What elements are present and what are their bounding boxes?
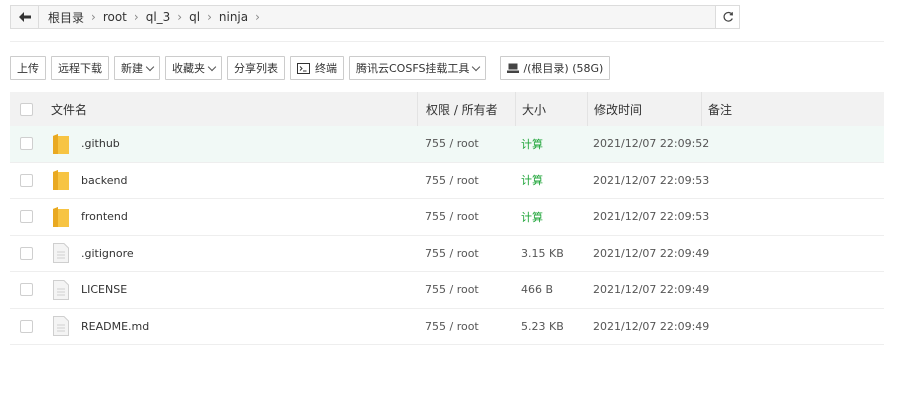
perm-owner[interactable]: 755 / root [417,137,515,150]
share-list-label: 分享列表 [234,62,278,75]
file-size: 466 B [521,283,554,297]
row-checkbox[interactable] [20,319,33,333]
remote-download-label: 远程下载 [58,62,102,75]
calc-size-link[interactable]: 计算 [515,172,587,188]
file-size: 5.23 KB [521,319,564,333]
refresh-button[interactable] [715,6,739,28]
header-size[interactable]: 大小 [515,92,587,126]
perm-owner[interactable]: 755 / root [417,283,515,296]
file-name[interactable]: backend [81,174,127,187]
terminal-label: 终端 [315,62,337,75]
file-icon [53,242,69,264]
crumb-root-dir[interactable]: 根目录 [45,9,87,26]
cosfs-dropdown[interactable]: 腾讯云COSFS挂载工具 [349,56,487,80]
toolbar: 上传 远程下载 新建 收藏夹 分享列表 终端 腾讯云COSFS挂载工具 /(根目… [10,55,615,81]
file-name[interactable]: .github [81,137,120,150]
header-perm[interactable]: 权限 / 所有者 [417,92,515,126]
table-row[interactable]: frontend 755 / root 计算 2021/12/07 22:09:… [10,199,884,236]
crumb-root[interactable]: root [100,10,130,24]
favorites-dropdown[interactable]: 收藏夹 [165,56,222,80]
crumb-ql[interactable]: ql [186,10,203,24]
header-name[interactable]: 文件名 [51,101,87,118]
file-name[interactable]: LICENSE [81,283,127,296]
table-row[interactable]: .gitignore 755 / root 3.15 KB 2021/12/07… [10,236,884,272]
calc-size-link[interactable]: 计算 [515,209,587,225]
table-row[interactable]: README.md 755 / root 5.23 KB 2021/12/07 … [10,309,884,345]
row-checkbox[interactable] [20,137,33,151]
folder-icon [53,206,69,228]
modified-time: 2021/12/07 22:09:49 [593,283,710,297]
table-row[interactable]: backend 755 / root 计算 2021/12/07 22:09:5… [10,163,884,199]
disk-button[interactable]: /(根目录) (58G) [500,56,611,80]
crumb-ql3[interactable]: ql_3 [143,10,174,24]
crumb-separator: › [91,10,96,24]
select-all-checkbox[interactable] [20,102,33,116]
arrow-left-icon [18,12,31,22]
modified-time: 2021/12/07 22:09:52 [593,137,710,151]
row-checkbox[interactable] [20,173,33,187]
file-name[interactable]: frontend [81,210,128,223]
modified-time: 2021/12/07 22:09:49 [593,246,710,260]
row-checkbox[interactable] [20,210,33,224]
perm-owner[interactable]: 755 / root [417,174,515,187]
favorites-label: 收藏夹 [172,62,205,75]
chevron-down-icon [472,62,481,71]
crumb-separator: › [133,10,139,24]
terminal-icon [297,62,310,74]
file-table: 文件名 权限 / 所有者 大小 修改时间 备注 .github 755 / ro… [10,92,884,345]
table-header: 文件名 权限 / 所有者 大小 修改时间 备注 [10,92,884,126]
refresh-icon [722,11,733,22]
disk-icon [507,63,520,73]
chevron-down-icon [207,62,217,71]
breadcrumb: 根目录 › root › ql_3 › ql › ninja › [39,6,715,28]
folder-icon [53,169,69,191]
header-time[interactable]: 修改时间 [587,92,701,126]
file-icon [53,279,69,301]
crumb-separator: › [177,10,183,24]
perm-owner[interactable]: 755 / root [417,210,515,223]
crumb-ninja[interactable]: ninja [216,10,251,24]
header-note: 备注 [701,92,884,126]
perm-owner[interactable]: 755 / root [417,247,515,260]
upload-label: 上传 [17,62,39,75]
upload-button[interactable]: 上传 [10,56,46,80]
modified-time: 2021/12/07 22:09:53 [593,210,710,224]
folder-icon [53,133,69,155]
file-icon [53,315,69,337]
cosfs-label: 腾讯云COSFS挂载工具 [356,62,470,75]
file-size: 3.15 KB [521,246,564,260]
new-dropdown[interactable]: 新建 [114,56,160,80]
file-name[interactable]: .gitignore [81,247,134,260]
chevron-down-icon [145,62,155,71]
row-checkbox[interactable] [20,246,33,260]
divider [10,41,884,42]
terminal-button[interactable]: 终端 [290,56,344,80]
back-button[interactable] [11,6,39,28]
disk-label: /(根目录) (58G) [523,62,604,75]
new-label: 新建 [121,62,143,75]
share-list-button[interactable]: 分享列表 [227,56,285,80]
perm-owner[interactable]: 755 / root [417,320,515,333]
crumb-separator: › [207,10,212,24]
modified-time: 2021/12/07 22:09:53 [593,173,710,187]
remote-download-button[interactable]: 远程下载 [51,56,109,80]
crumb-separator: › [255,10,260,24]
calc-size-link[interactable]: 计算 [515,136,587,152]
modified-time: 2021/12/07 22:09:49 [593,319,710,333]
address-bar: 根目录 › root › ql_3 › ql › ninja › [10,5,740,29]
table-row[interactable]: .github 755 / root 计算 2021/12/07 22:09:5… [10,126,884,163]
row-checkbox[interactable] [20,283,33,297]
table-row[interactable]: LICENSE 755 / root 466 B 2021/12/07 22:0… [10,272,884,309]
file-name[interactable]: README.md [81,320,149,333]
